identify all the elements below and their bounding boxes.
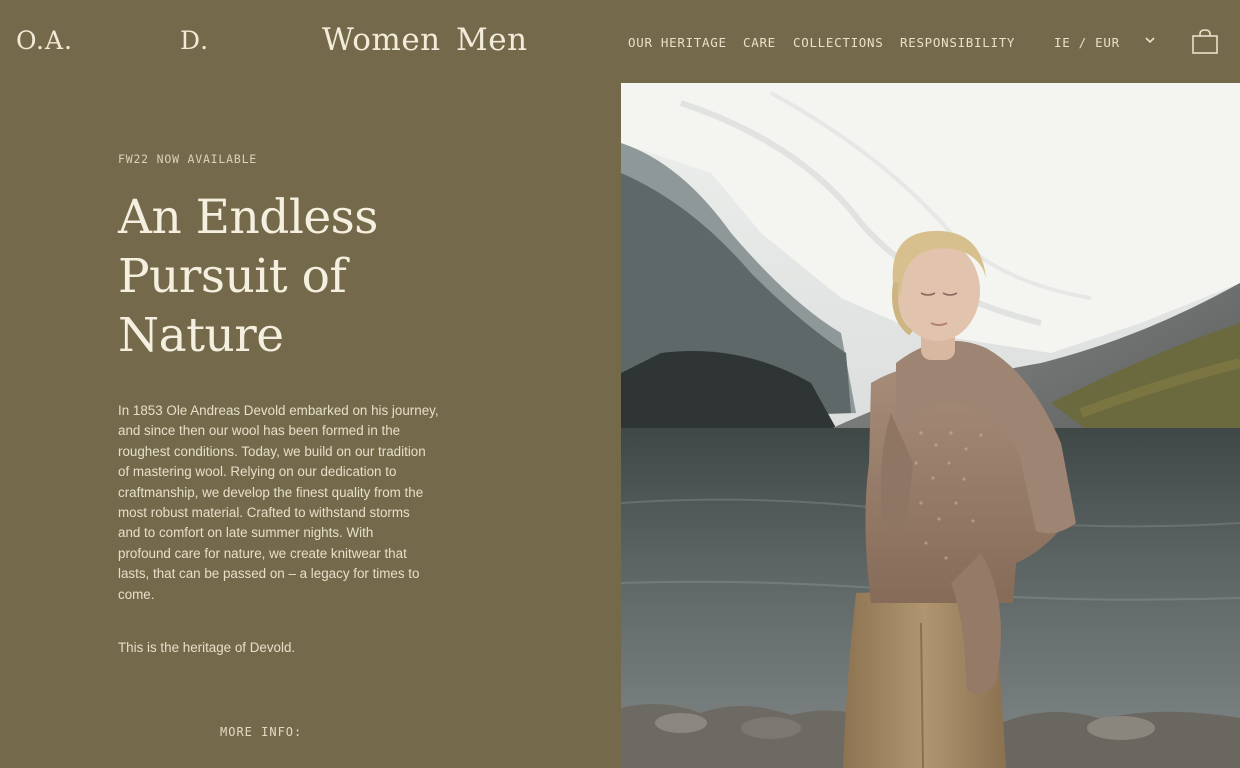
heritage-body-text: In 1853 Ole Andreas Devold embarked on h… [118,401,510,605]
body-line: and to comfort on late summer nights. Wi… [118,525,374,541]
brand-logo-right[interactable]: D. [180,26,209,55]
body-line: of mastering wool. Relying on our dedica… [118,464,397,480]
nav-care[interactable]: CARE [743,35,776,50]
collection-eyebrow: FW22 NOW AVAILABLE [118,152,258,166]
headline-line: An Endless [118,190,378,245]
body-line: roughest conditions. Today, we build on … [118,443,426,459]
headline-line: Nature [118,308,284,363]
brand-logo-left[interactable]: O.A. [16,26,73,55]
locale-selector[interactable]: IE / EUR [1054,35,1120,50]
body-line: come. [118,586,155,602]
nav-our-heritage[interactable]: OUR HERITAGE [628,35,727,50]
headline-line: Pursuit of [118,249,347,304]
hero-photo-glacier-model [621,83,1240,768]
nav-women-link[interactable]: Women [322,22,441,58]
body-line: craftmanship, we develop the finest qual… [118,484,424,500]
body-line: most robust material. Crafted to withsta… [118,505,410,521]
nav-collections[interactable]: COLLECTIONS [793,35,883,50]
site-header: O.A. D. Women Men OUR HERITAGE CARE COLL… [0,0,1240,84]
body-line: lasts, that can be passed on – a legacy … [118,566,420,582]
shopping-bag-icon[interactable] [1191,28,1219,56]
nav-men-link[interactable]: Men [456,22,528,58]
nav-responsibility[interactable]: RESPONSIBILITY [900,35,1015,50]
chevron-down-icon[interactable] [1144,34,1156,46]
hero-headline: An Endless Pursuit of Nature [118,188,498,365]
body-line: profound care for nature, we create knit… [118,545,407,561]
more-info-link[interactable]: MORE INFO: [220,725,302,739]
body-line: and since then our wool has been formed … [118,423,401,439]
heritage-tagline: This is the heritage of Devold. [118,640,296,655]
body-line: In 1853 Ole Andreas Devold embarked on h… [118,403,439,418]
hero-image [621,83,1240,768]
